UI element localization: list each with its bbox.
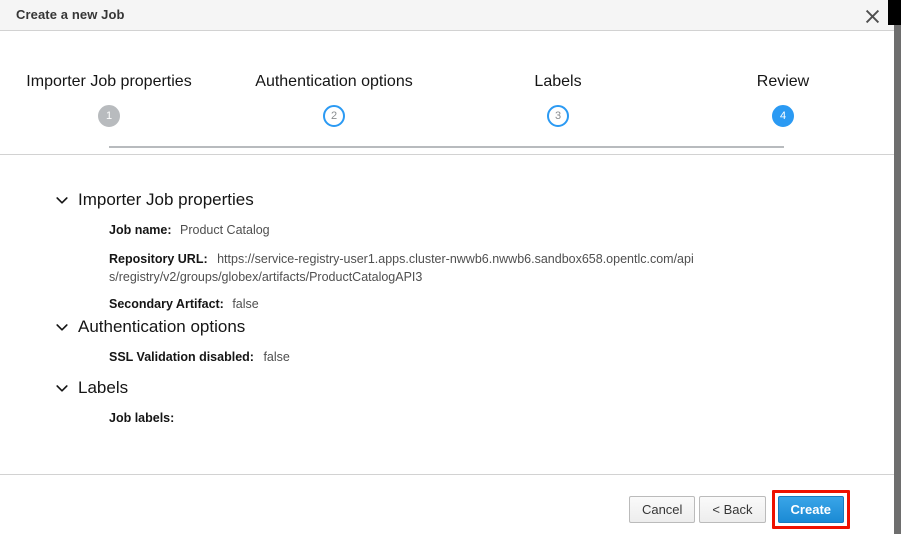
property-key: Repository URL:: [109, 251, 208, 266]
property-value: false: [232, 297, 259, 312]
chevron-down-icon: [55, 320, 69, 334]
property-key: Job labels:: [109, 411, 175, 425]
property-value: Product Catalog: [180, 223, 270, 237]
create-button[interactable]: Create: [777, 496, 844, 523]
property-key: Secondary Artifact:: [109, 297, 224, 312]
property-key: SSL Validation disabled:: [109, 350, 254, 364]
close-icon: [865, 9, 880, 24]
create-job-wizard: Create a new Job Importer Job properties…: [0, 0, 894, 534]
property-list: Job labels:: [109, 410, 695, 428]
stepper-step-1-circle[interactable]: 1: [98, 105, 120, 127]
stepper-step-4-circle[interactable]: 4: [772, 105, 794, 127]
review-panel: Importer Job properties Job name: Produc…: [0, 156, 894, 475]
stepper-step-2-label: Authentication options: [255, 73, 413, 90]
stepper-step-2-circle[interactable]: 2: [323, 105, 345, 127]
wizard-stepper: Importer Job properties 1 Authentication…: [0, 32, 894, 155]
stepper-step-1-label: Importer Job properties: [26, 73, 192, 90]
section-title: Authentication options: [78, 317, 246, 336]
property-row-repository-url: Repository URL: https://service-registry…: [109, 251, 695, 287]
property-list: SSL Validation disabled: false: [109, 349, 695, 367]
property-list: Job name: Product Catalog Repository URL…: [109, 222, 695, 314]
property-row-ssl-validation-disabled: SSL Validation disabled: false: [109, 349, 695, 367]
section-toggle-labels[interactable]: Labels: [55, 379, 695, 396]
property-key: Job name:: [109, 223, 172, 237]
chevron-down-icon: [55, 381, 69, 395]
section-toggle-importer-job-properties[interactable]: Importer Job properties: [55, 191, 695, 208]
wizard-header: Create a new Job: [0, 0, 894, 31]
section-toggle-authentication-options[interactable]: Authentication options: [55, 318, 695, 335]
cancel-button[interactable]: Cancel: [628, 496, 696, 523]
section-title: Labels: [78, 378, 129, 397]
property-value: false: [263, 350, 290, 364]
property-row-secondary-artifact: Secondary Artifact: false: [109, 296, 695, 314]
property-row-job-labels: Job labels:: [109, 410, 695, 428]
page-scrollbar-top-cap: [888, 0, 901, 25]
page-scrollbar[interactable]: [894, 0, 901, 534]
section-title: Importer Job properties: [78, 190, 254, 209]
wizard-title: Create a new Job: [16, 7, 125, 22]
back-button[interactable]: < Back: [699, 496, 766, 523]
stepper-step-3-circle[interactable]: 3: [547, 105, 569, 127]
stepper-step-4-label: Review: [756, 73, 810, 90]
footer-button-group: Cancel < Back Create: [628, 490, 850, 529]
property-row-job-name: Job name: Product Catalog: [109, 222, 695, 240]
review-section-labels: Labels Job labels:: [55, 379, 695, 428]
close-button[interactable]: [858, 2, 886, 30]
create-button-highlight: Create: [771, 490, 850, 529]
stepper-connector-line: [109, 146, 784, 148]
review-section-importer-job-properties: Importer Job properties Job name: Produc…: [55, 191, 695, 314]
review-section-authentication-options: Authentication options SSL Validation di…: [55, 318, 695, 367]
chevron-down-icon: [55, 193, 69, 207]
wizard-footer: Cancel < Back Create: [0, 476, 894, 534]
stepper-step-3-label: Labels: [534, 73, 582, 90]
